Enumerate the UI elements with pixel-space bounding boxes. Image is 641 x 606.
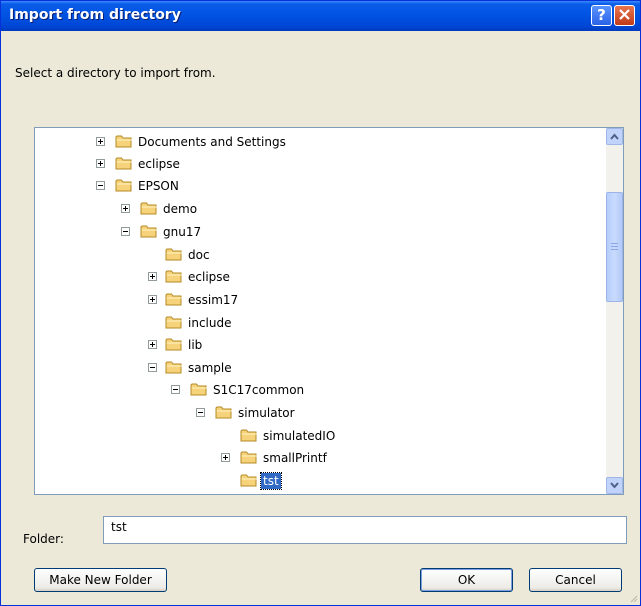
tree-node-label: gnu17 <box>163 225 202 239</box>
vertical-scrollbar[interactable] <box>606 128 623 494</box>
folder-icon <box>240 451 257 464</box>
tree-node-label: eclipse <box>188 270 230 284</box>
folder-icon <box>165 270 182 283</box>
tree-node-label: Documents and Settings <box>138 135 286 149</box>
tree-node-label: demo <box>163 202 198 216</box>
folder-icon <box>240 429 257 442</box>
tree-node[interactable]: simulator <box>35 403 605 424</box>
make-new-folder-label: Make New Folder <box>49 573 152 587</box>
folder-icon <box>165 361 182 374</box>
tree-node-label: tst <box>260 472 282 490</box>
expand-icon[interactable] <box>221 453 230 462</box>
folder-icon <box>140 202 157 215</box>
tree-node-label: eclipse <box>138 157 180 171</box>
expand-icon[interactable] <box>148 295 157 304</box>
tree-node-label: lib <box>188 338 203 352</box>
tree-node[interactable]: doc <box>35 245 605 266</box>
scroll-thumb[interactable] <box>606 192 623 302</box>
expand-icon[interactable] <box>96 159 105 168</box>
instruction-text: Select a directory to import from. <box>15 66 216 80</box>
scroll-down-arrow-icon <box>610 482 619 489</box>
dialog-title: Import from directory <box>9 7 181 23</box>
cancel-label: Cancel <box>555 573 596 587</box>
folder-label: Folder: <box>23 532 64 546</box>
folder-icon <box>115 135 132 148</box>
directory-tree[interactable]: Documents and Settings eclipse EPSON demo gn… <box>34 127 624 495</box>
folder-icon <box>215 406 232 419</box>
tree-node[interactable]: gnu17 <box>35 222 605 243</box>
tree-node[interactable]: tst <box>35 471 605 492</box>
folder-icon <box>165 293 182 306</box>
folder-icon <box>115 157 132 170</box>
collapse-icon[interactable] <box>96 181 105 190</box>
ok-label: OK <box>457 573 476 587</box>
folder-icon <box>165 316 182 329</box>
collapse-icon[interactable] <box>121 227 130 236</box>
scroll-up-arrow-icon <box>610 133 619 140</box>
tree-node[interactable]: include <box>35 313 605 334</box>
tree-node-label: simulatedIO <box>263 429 336 443</box>
expand-icon[interactable] <box>121 204 130 213</box>
tree-node-label: sample <box>188 361 232 375</box>
folder-icon <box>240 474 257 487</box>
expand-icon[interactable] <box>148 272 157 281</box>
tree-node[interactable]: eclipse <box>35 267 605 288</box>
tree-node[interactable]: S1C17common <box>35 380 605 401</box>
help-button[interactable]: ? <box>591 5 612 26</box>
resize-grip-icon[interactable] <box>628 593 638 603</box>
folder-icon <box>190 383 207 396</box>
folder-icon <box>140 225 157 238</box>
import-directory-dialog: Import from directory ? Select a directo… <box>0 0 641 606</box>
collapse-icon[interactable] <box>148 363 157 372</box>
expand-icon[interactable] <box>148 340 157 349</box>
folder-input[interactable] <box>103 516 627 544</box>
tree-node-label: smallPrintf <box>263 451 327 465</box>
expand-icon[interactable] <box>96 137 105 146</box>
close-button[interactable] <box>614 5 635 26</box>
tree-node[interactable]: simulatedIO <box>35 426 605 447</box>
tree-node-label: S1C17common <box>213 383 305 397</box>
ok-button[interactable]: OK <box>420 568 513 592</box>
tree-node-label: essim17 <box>188 293 239 307</box>
tree-node[interactable]: demo <box>35 199 605 220</box>
folder-icon <box>165 248 182 261</box>
tree-node[interactable]: lib <box>35 335 605 356</box>
tree-node[interactable]: smallPrintf <box>35 448 605 469</box>
folder-icon <box>115 179 132 192</box>
scroll-down-button[interactable] <box>606 477 623 494</box>
scroll-up-button[interactable] <box>606 128 623 145</box>
tree-node[interactable]: eclipse <box>35 154 605 175</box>
make-new-folder-button[interactable]: Make New Folder <box>34 568 167 592</box>
title-bar[interactable]: Import from directory ? <box>1 1 640 31</box>
collapse-icon[interactable] <box>171 385 180 394</box>
tree-node-label: include <box>188 316 232 330</box>
tree-node[interactable]: sample <box>35 358 605 379</box>
tree-node-label: EPSON <box>138 179 179 193</box>
tree-node[interactable]: essim17 <box>35 290 605 311</box>
tree-node[interactable]: Documents and Settings <box>35 132 605 153</box>
tree-node[interactable]: EPSON <box>35 176 605 197</box>
cancel-button[interactable]: Cancel <box>529 568 622 592</box>
folder-icon <box>165 338 182 351</box>
help-icon: ? <box>597 6 606 24</box>
tree-node-label: simulator <box>238 406 295 420</box>
tree-node-label: doc <box>188 248 210 262</box>
close-icon <box>619 9 630 20</box>
collapse-icon[interactable] <box>196 408 205 417</box>
